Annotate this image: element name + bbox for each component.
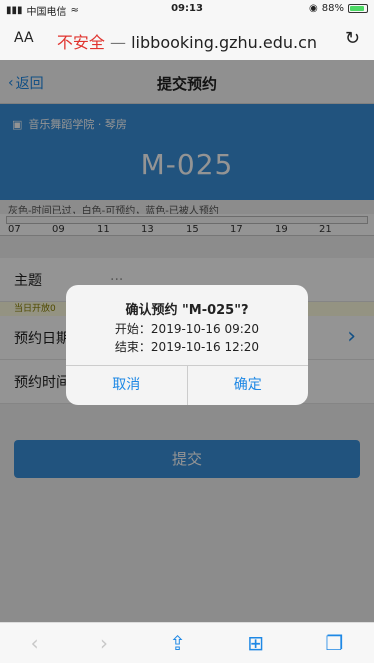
domain-label: libbooking.gzhu.edu.cn <box>131 33 318 52</box>
tabs-icon[interactable]: ❐ <box>325 631 343 655</box>
toolbar-back-icon[interactable]: ‹ <box>31 631 39 655</box>
share-icon[interactable]: ⇪ <box>169 631 186 655</box>
confirm-dialog: 确认预约 "M-025"? 开始：2019-10-16 09:20 结束：201… <box>66 285 308 405</box>
dialog-actions: 取消 确定 <box>66 365 308 405</box>
confirm-button[interactable]: 确定 <box>186 366 309 405</box>
bookmarks-icon[interactable]: ⊞ <box>247 631 264 655</box>
url-separator: — <box>110 33 127 52</box>
browser-toolbar: ‹ › ⇪ ⊞ ❐ <box>0 622 374 663</box>
url-field[interactable]: 不安全 — libbooking.gzhu.edu.cn <box>0 29 374 53</box>
dialog-end-time: 结束：2019-10-16 12:20 <box>114 340 260 354</box>
browser-address-bar: AA 不安全 — libbooking.gzhu.edu.cn ↻ <box>0 18 374 60</box>
dialog-title: 确认预约 "M-025"? <box>125 303 249 318</box>
toolbar-forward-icon[interactable]: › <box>100 631 108 655</box>
status-bar: ▮▮▮ 中国电信 ≈ 09:13 ◉ 88% <box>0 0 374 18</box>
dialog-start-time: 开始：2019-10-16 09:20 <box>114 322 260 336</box>
battery-percent: 88% <box>321 3 344 14</box>
battery-icon <box>348 4 368 13</box>
cancel-button[interactable]: 取消 <box>66 366 187 405</box>
lock-icon: ◉ <box>309 3 318 14</box>
insecure-label: 不安全 <box>56 33 105 52</box>
reload-icon[interactable]: ↻ <box>345 28 360 49</box>
